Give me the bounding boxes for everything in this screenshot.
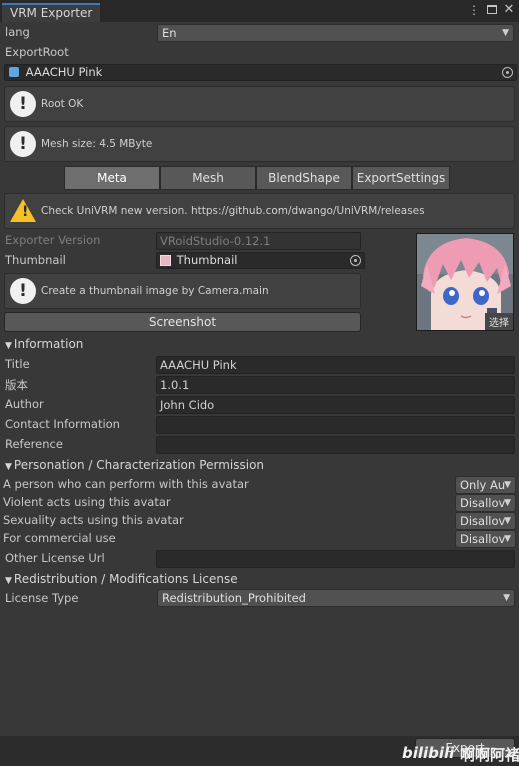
- thumbnail-select-button[interactable]: 选择: [485, 313, 513, 330]
- author-input[interactable]: John Cido: [156, 396, 515, 414]
- univrm-version-text: Check UniVRM new version. https://github…: [41, 205, 425, 217]
- tab-meta[interactable]: Meta: [64, 166, 160, 190]
- info-icon: !: [10, 131, 36, 157]
- title-label: Title: [5, 357, 30, 371]
- commercial-usage-value: Disallov: [460, 532, 506, 546]
- allowed-user-dropdown[interactable]: Only Au ▼: [455, 476, 516, 494]
- commercial-usage-label: For commercial use: [3, 531, 116, 545]
- prefab-icon: [9, 67, 19, 77]
- version-input[interactable]: 1.0.1: [156, 376, 515, 394]
- info-icon: !: [10, 91, 36, 117]
- warning-mark: !: [22, 204, 29, 220]
- window-tab[interactable]: VRM Exporter: [2, 3, 101, 22]
- mesh-size-text: Mesh size: 4.5 MByte: [41, 138, 153, 150]
- reference-input[interactable]: [156, 436, 515, 454]
- window-titlebar: VRM Exporter ⋮ ✕: [0, 0, 519, 22]
- chevron-down-icon: ▼: [504, 516, 511, 526]
- violent-usage-dropdown[interactable]: Disallov ▼: [455, 494, 516, 512]
- mesh-size-message: ! Mesh size: 4.5 MByte: [4, 126, 515, 162]
- bilibili-logo: bilibili: [402, 744, 455, 762]
- redistribution-header: Redistribution / Modifications License: [13, 572, 238, 586]
- export-root-field[interactable]: AAACHU Pink: [4, 64, 517, 81]
- chevron-down-icon: ▼: [504, 480, 511, 490]
- other-license-url-label: Other License Url: [5, 551, 105, 565]
- foldout-expanded-icon: ▼: [5, 576, 12, 586]
- exporter-version-label: Exporter Version: [5, 233, 101, 247]
- permission-foldout[interactable]: ▼ Personation / Characterization Permissi…: [5, 458, 264, 472]
- contact-information-label: Contact Information: [5, 417, 120, 431]
- object-picker-icon[interactable]: [502, 67, 513, 78]
- commercial-usage-dropdown[interactable]: Disallov ▼: [455, 530, 516, 548]
- redistribution-foldout[interactable]: ▼ Redistribution / Modifications License: [5, 572, 238, 586]
- other-license-url-input[interactable]: [156, 550, 515, 568]
- sexual-usage-value: Disallov: [460, 514, 506, 528]
- title-input[interactable]: AAACHU Pink: [156, 356, 515, 374]
- thumbnail-label: Thumbnail: [5, 253, 66, 267]
- thumbnail-hint-message: ! Create a thumbnail image by Camera.mai…: [4, 273, 361, 309]
- permission-header: Personation / Characterization Permissio…: [13, 458, 265, 472]
- license-type-dropdown[interactable]: Redistribution_Prohibited ▼: [157, 589, 515, 607]
- violent-usage-label: Violent acts using this avatar: [3, 495, 171, 509]
- thumbnail-preview[interactable]: 选择: [416, 233, 514, 331]
- exporter-version-field: VRoidStudio-0.12.1: [156, 232, 361, 250]
- root-ok-message: ! Root OK: [4, 86, 515, 122]
- foldout-expanded-icon: ▼: [5, 341, 12, 351]
- close-icon[interactable]: ✕: [502, 3, 516, 17]
- thumbnail-value: Thumbnail: [176, 253, 238, 267]
- foldout-expanded-icon: ▼: [5, 462, 12, 472]
- chevron-down-icon: ▼: [504, 498, 511, 508]
- texture-icon: [160, 255, 171, 266]
- tab-mesh[interactable]: Mesh: [160, 166, 256, 190]
- watermark-text: 啊啊阿褚: [460, 746, 519, 764]
- root-ok-text: Root OK: [41, 98, 84, 110]
- lang-value: En: [162, 26, 177, 40]
- export-root-label: ExportRoot: [5, 45, 69, 59]
- screenshot-button[interactable]: Screenshot: [4, 312, 361, 332]
- reference-label: Reference: [5, 437, 63, 451]
- sexual-usage-dropdown[interactable]: Disallov ▼: [455, 512, 516, 530]
- chevron-down-icon: ▼: [503, 593, 510, 603]
- export-root-value: AAACHU Pink: [25, 65, 103, 79]
- information-foldout[interactable]: ▼ Information: [5, 337, 83, 351]
- allowed-user-label: A person who can perform with this avata…: [3, 477, 249, 491]
- maximize-icon[interactable]: [485, 3, 499, 17]
- author-label: Author: [5, 397, 44, 411]
- chevron-down-icon: ▼: [504, 534, 511, 544]
- contact-information-input[interactable]: [156, 416, 515, 434]
- violent-usage-value: Disallov: [460, 496, 506, 510]
- license-type-value: Redistribution_Prohibited: [162, 591, 306, 605]
- univrm-version-warning: ! Check UniVRM new version. https://gith…: [4, 193, 515, 229]
- kebab-menu-icon[interactable]: ⋮: [467, 3, 481, 17]
- window-title: VRM Exporter: [10, 6, 93, 20]
- license-type-label: License Type: [5, 591, 79, 605]
- tab-blendshape[interactable]: BlendShape: [256, 166, 352, 190]
- tab-export-settings[interactable]: ExportSettings: [352, 166, 450, 190]
- info-icon: !: [10, 278, 36, 304]
- lang-dropdown[interactable]: En ▼: [157, 24, 514, 42]
- sexual-usage-label: Sexuality acts using this avatar: [3, 513, 184, 527]
- chevron-down-icon: ▼: [502, 28, 509, 38]
- lang-label: lang: [5, 25, 30, 39]
- object-picker-icon[interactable]: [350, 255, 361, 266]
- information-header: Information: [13, 337, 84, 351]
- thumbnail-field[interactable]: Thumbnail: [156, 252, 365, 269]
- allowed-user-value: Only Au: [460, 478, 506, 492]
- thumbnail-hint-text: Create a thumbnail image by Camera.main: [41, 285, 269, 297]
- version-label: 版本: [5, 378, 28, 392]
